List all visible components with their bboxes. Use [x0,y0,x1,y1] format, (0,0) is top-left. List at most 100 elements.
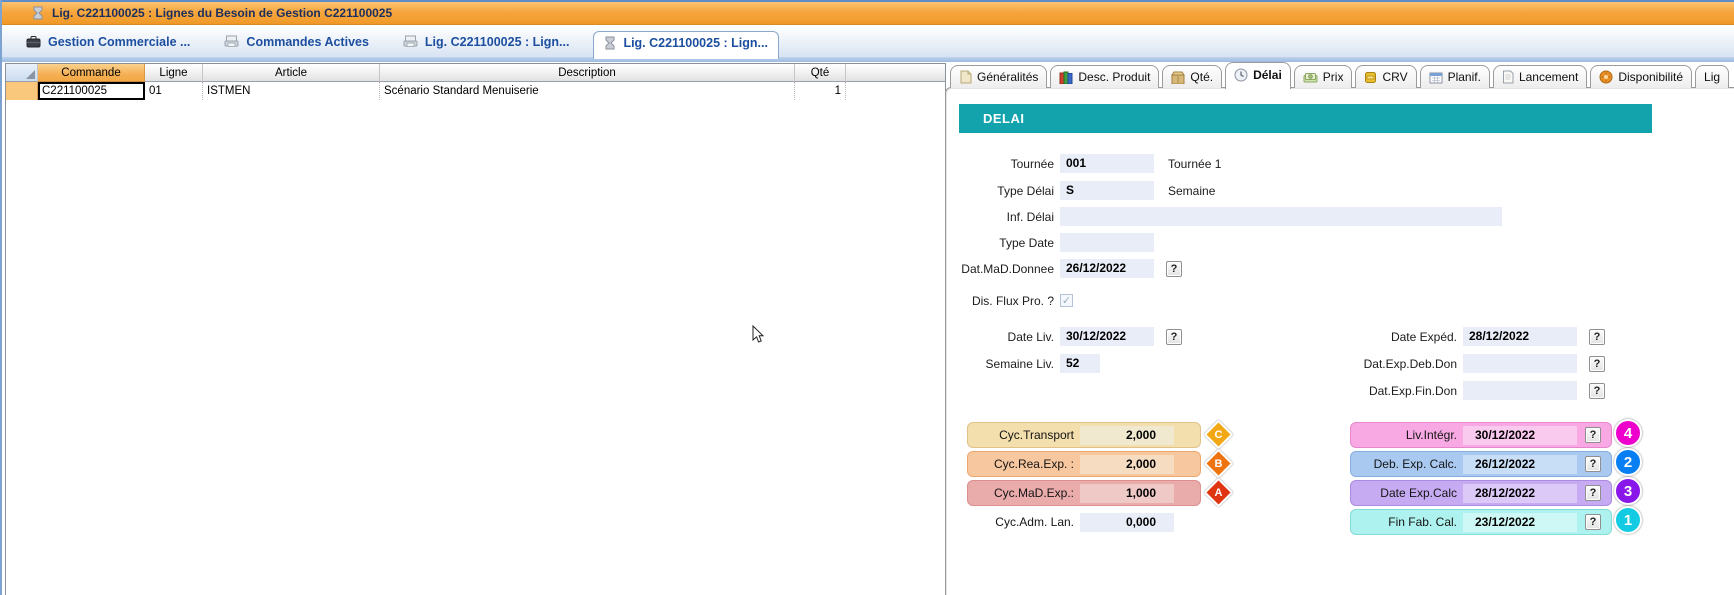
cyc-transport-field[interactable]: 2,000 [1080,426,1174,445]
window-hourglass-icon [32,6,44,20]
tab-gestion-commerciale[interactable]: Gestion Commerciale ... [16,31,200,53]
cyc-adm-lan-field[interactable]: 0,000 [1080,513,1174,532]
tab-label: Délai [1253,68,1282,82]
package-icon [1171,71,1185,84]
dat-mad-donnee-help-button[interactable]: ? [1166,261,1182,277]
tab-lancement[interactable]: Lancement [1493,65,1587,88]
window-title: Lig. C221100025 : Lignes du Besoin de Ge… [52,6,392,20]
field-label: Type Délai [954,184,1054,198]
field-label: Dat.Exp.Deb.Don [1322,357,1457,371]
deb-exp-calc-help-button[interactable]: ? [1585,456,1601,472]
printer-icon [224,35,239,48]
grid-header-qte[interactable]: Qté [795,64,846,82]
date-exp-calc-help-button[interactable]: ? [1585,485,1601,501]
fin-fab-cal-box: Fin Fab. Cal. 23/12/2022 ? [1350,509,1612,535]
deb-exp-calc-field[interactable]: 26/12/2022 [1463,455,1577,474]
date-exp-calc-field[interactable]: 28/12/2022 [1463,484,1577,503]
tab-label: Lig. C221100025 : Lign... [425,35,570,49]
money-icon [1303,72,1318,83]
field-label: Dat.Exp.Fin.Don [1322,384,1457,398]
cyc-mad-exp-box: Cyc.MaD.Exp.: 1,000 [967,480,1201,506]
dat-exp-fin-don-help-button[interactable]: ? [1589,383,1605,399]
dat-exp-deb-don-field[interactable] [1463,354,1577,373]
grid-select-all-header[interactable] [6,64,38,82]
date-liv-help-button[interactable]: ? [1166,329,1182,345]
grid-header-ligne[interactable]: Ligne [145,64,203,82]
tournee-field[interactable]: 001 [1060,154,1154,173]
section-header-delai: DELAI [959,104,1652,133]
cell-description[interactable]: Scénario Standard Menuiserie [380,82,795,100]
semaine-liv-field[interactable]: 52 [1060,354,1100,373]
fin-fab-cal-help-button[interactable]: ? [1585,514,1601,530]
cyc-adm-lan-row: Cyc.Adm. Lan. 0,000 [967,509,1201,535]
tab-planif[interactable]: Planif. [1420,65,1490,88]
date-exped-help-button[interactable]: ? [1589,329,1605,345]
cell-ligne[interactable]: 01 [145,82,203,100]
field-label: Date Expéd. [1322,330,1457,344]
form-row-type-date: Type Date [954,233,1154,252]
type-delai-description: Semaine [1168,184,1215,198]
row-selector-cell[interactable] [6,82,38,100]
tab-label: Gestion Commerciale ... [48,35,190,49]
cell-article[interactable]: ISTMEN [203,82,380,100]
field-label: Date Liv. [954,330,1054,344]
form-row-dat-exp-deb-don: Dat.Exp.Deb.Don ? [1322,354,1605,373]
tab-label: CRV [1382,70,1407,84]
cyc-mad-exp-field[interactable]: 1,000 [1080,484,1174,503]
mouse-cursor [752,325,765,349]
tab-delai-active[interactable]: Délai [1225,62,1291,89]
erp-window: Lig. C221100025 : Lignes du Besoin de Ge… [0,0,1734,595]
field-label: Cyc.Transport [976,428,1074,442]
tab-commandes-actives[interactable]: Commandes Actives [214,31,379,53]
badge-circle-4: 4 [1614,419,1642,447]
dis-flux-pro-checkbox[interactable]: ✓ [1060,294,1073,307]
tab-lig-2-active[interactable]: Lig. C221100025 : Lign... [593,31,779,59]
tab-generalites[interactable]: Généralités [950,65,1047,88]
check-icon: ✓ [1062,294,1071,307]
dat-exp-fin-don-field[interactable] [1463,381,1577,400]
date-exped-field[interactable]: 28/12/2022 [1463,327,1577,346]
form-row-semaine-liv: Semaine Liv. 52 [954,354,1100,373]
grid-header-commande[interactable]: Commande [38,64,145,82]
grid-header-filler [846,64,945,82]
cell-commande[interactable]: C221100025 [38,82,145,100]
tab-disponibilite[interactable]: Disponibilité [1590,65,1692,88]
form-row-inf-delai: Inf. Délai [954,207,1502,226]
tab-qte[interactable]: Qté. [1162,65,1222,88]
grid-header-article[interactable]: Article [203,64,380,82]
cyc-rea-exp-field[interactable]: 2,000 [1080,455,1174,474]
briefcase-icon [26,35,41,48]
printer-icon [403,35,418,48]
tab-label: Qté. [1190,70,1213,84]
tab-desc-produit[interactable]: Desc. Produit [1050,65,1159,88]
field-label: Deb. Exp. Calc. [1357,457,1457,471]
tab-crv[interactable]: CRV [1355,65,1416,88]
field-label: Date Exp.Calc [1357,486,1457,500]
liv-integr-help-button[interactable]: ? [1585,427,1601,443]
field-label: Type Date [954,236,1054,250]
tab-label: Lig [1704,70,1720,84]
detail-tab-strip: Généralités Desc. Produit Qté. Délai Pri… [950,62,1732,88]
date-liv-field[interactable]: 30/12/2022 [1060,327,1154,346]
tab-lig-cut[interactable]: Lig [1695,65,1729,88]
calendar-icon [1429,71,1443,84]
badge-circle-3: 3 [1614,477,1642,505]
cell-qte[interactable]: 1 [795,82,846,100]
inf-delai-field[interactable] [1060,207,1502,226]
tab-prix[interactable]: Prix [1294,65,1353,88]
dat-mad-donnee-field[interactable]: 26/12/2022 [1060,259,1154,278]
field-label: Cyc.MaD.Exp.: [976,486,1074,500]
grid-header-description[interactable]: Description [380,64,795,82]
type-delai-field[interactable]: S [1060,181,1154,200]
form-row-tournee: Tournée 001 Tournée 1 [954,154,1221,173]
dat-exp-deb-don-help-button[interactable]: ? [1589,356,1605,372]
form-row-date-liv: Date Liv. 30/12/2022 ? [954,327,1182,346]
liv-integr-field[interactable]: 30/12/2022 [1463,426,1577,445]
fin-fab-cal-field[interactable]: 23/12/2022 [1463,513,1577,532]
tab-lig-1[interactable]: Lig. C221100025 : Lign... [393,31,580,53]
type-date-field[interactable] [1060,233,1154,252]
badge-circle-2: 2 [1614,448,1642,476]
tournee-description: Tournée 1 [1168,157,1221,171]
books-icon [1059,71,1073,84]
field-label: Tournée [954,157,1054,171]
